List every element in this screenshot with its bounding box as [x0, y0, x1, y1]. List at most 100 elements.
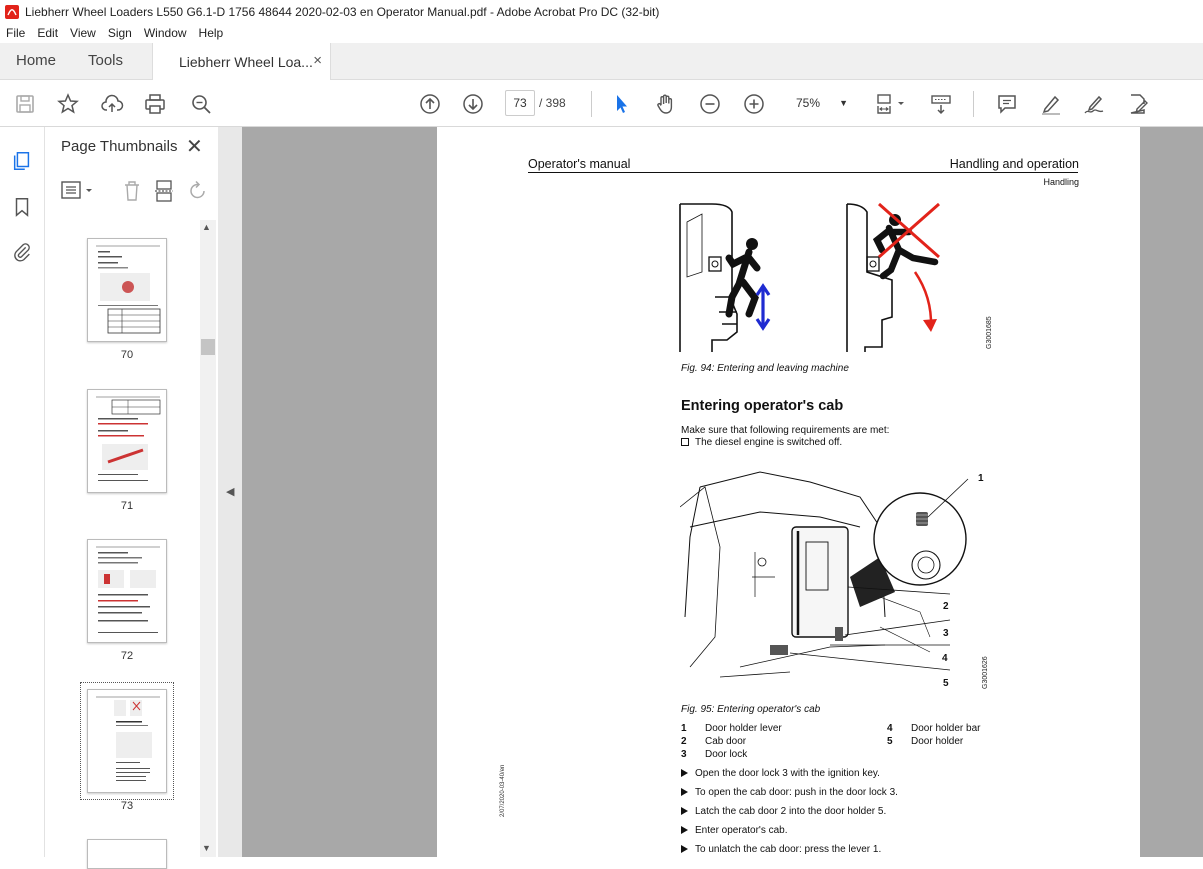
- callout-5: 5: [943, 678, 949, 689]
- next-page-icon[interactable]: [460, 91, 486, 117]
- acrobat-icon: [5, 4, 19, 19]
- thumbnails-scrollbar[interactable]: ▲ ▼: [200, 220, 216, 857]
- thumbnail-options-icon[interactable]: [61, 179, 97, 203]
- callout-1: 1: [978, 473, 984, 484]
- callout-4: 4: [942, 653, 948, 664]
- thumbnail-page-current[interactable]: [80, 682, 174, 800]
- panel-collapse-bar[interactable]: ◀: [218, 127, 242, 857]
- chevron-down-icon[interactable]: ▼: [202, 843, 211, 853]
- thumbnail-page[interactable]: [87, 839, 167, 869]
- tab-home[interactable]: Home: [16, 43, 56, 79]
- thumbnail-label: 72: [120, 650, 134, 662]
- page-total: / 398: [539, 96, 566, 110]
- menu-file[interactable]: File: [0, 26, 31, 40]
- thumbnail-label: 73: [120, 800, 134, 812]
- step-text: Latch the cab door 2 into the door holde…: [695, 806, 887, 817]
- thumbnail-page[interactable]: [87, 238, 167, 342]
- toolbar: [0, 80, 1203, 127]
- save-icon[interactable]: [12, 91, 38, 117]
- callout-3: 3: [943, 628, 949, 639]
- thumbnail-tools: [61, 177, 211, 205]
- instruction-step: To unlatch the cab door: press the lever…: [681, 844, 881, 855]
- zoom-out-icon[interactable]: [697, 91, 723, 117]
- rotate-icon[interactable]: [187, 179, 209, 203]
- previous-page-icon[interactable]: [417, 91, 443, 117]
- legend-text: Door holder lever: [705, 723, 782, 734]
- search-icon[interactable]: [188, 91, 214, 117]
- instruction-step: Latch the cab door 2 into the door holde…: [681, 806, 886, 817]
- thumbnail-image: [96, 245, 161, 334]
- delete-icon[interactable]: [121, 179, 143, 203]
- legend-number: 4: [887, 723, 893, 734]
- extract-pages-icon[interactable]: [153, 179, 175, 203]
- hand-tool-icon[interactable]: [653, 91, 679, 117]
- page-thumbnails-icon[interactable]: [9, 148, 35, 174]
- figure-caption: Fig. 95: Entering operator's cab: [681, 704, 821, 715]
- legend-text: Door holder: [911, 736, 964, 747]
- menu-window[interactable]: Window: [138, 26, 193, 40]
- highlight-pen-icon[interactable]: [1038, 91, 1064, 117]
- legend-text: Door lock: [705, 749, 748, 760]
- zoom-select[interactable]: 75% ▼: [786, 90, 856, 116]
- thumbnail-image: [96, 696, 160, 781]
- thumbnail-page[interactable]: [87, 539, 167, 643]
- figure-code: G3001626: [982, 656, 989, 689]
- section-title: Entering operator's cab: [681, 398, 844, 414]
- edit-pdf-icon[interactable]: [1125, 91, 1151, 117]
- page-fit-icon[interactable]: [873, 91, 909, 117]
- bookmarks-icon[interactable]: [9, 194, 35, 220]
- thumbnail-image: [96, 396, 161, 481]
- requirement-item: The diesel engine is switched off.: [681, 437, 842, 448]
- chevron-left-icon[interactable]: ◀: [226, 485, 234, 498]
- step-arrow-icon: [681, 807, 688, 815]
- tab-document[interactable]: Liebherr Wheel Loa... ×: [152, 43, 331, 80]
- toolbar-divider: [591, 91, 592, 117]
- step-arrow-icon: [681, 826, 688, 834]
- step-arrow-icon: [681, 769, 688, 777]
- chevron-up-icon[interactable]: ▲: [202, 222, 211, 232]
- sign-icon[interactable]: [1081, 91, 1107, 117]
- legend-number: 2: [681, 736, 687, 747]
- scroll-mode-icon[interactable]: [928, 91, 954, 117]
- window-title: Liebherr Wheel Loaders L550 G6.1-D 1756 …: [25, 4, 660, 19]
- thumbnail-image: [96, 546, 160, 633]
- scrollbar-thumb[interactable]: [201, 339, 215, 355]
- requirement-text: The diesel engine is switched off.: [695, 437, 843, 448]
- step-text: To open the cab door: push in the door l…: [695, 787, 898, 798]
- figure-entering-leaving: [679, 202, 940, 352]
- tab-tools[interactable]: Tools: [88, 43, 123, 79]
- page-header-right: Handling and operation: [949, 157, 1079, 171]
- menu-sign[interactable]: Sign: [102, 26, 138, 40]
- upload-cloud-icon[interactable]: [99, 91, 125, 117]
- zoom-in-icon[interactable]: [741, 91, 767, 117]
- step-text: Enter operator's cab.: [695, 825, 788, 836]
- toolbar-divider: [973, 91, 974, 117]
- menu-help[interactable]: Help: [193, 26, 230, 40]
- instruction-step: To open the cab door: push in the door l…: [681, 787, 898, 798]
- bookmark-star-icon[interactable]: [55, 91, 81, 117]
- attachments-icon[interactable]: [9, 239, 35, 265]
- title-bar: Liebherr Wheel Loaders L550 G6.1-D 1756 …: [0, 0, 1203, 23]
- side-stamp: 2/07/2020-03-40/en: [500, 764, 506, 817]
- instruction-step: Enter operator's cab.: [681, 825, 788, 836]
- select-cursor-icon[interactable]: [608, 91, 634, 117]
- instruction-step: Open the door lock 3 with the ignition k…: [681, 768, 880, 779]
- menu-edit[interactable]: Edit: [31, 26, 64, 40]
- step-arrow-icon: [681, 845, 688, 853]
- legend-number: 5: [887, 736, 893, 747]
- menu-bar: File Edit View Sign Window Help: [0, 23, 1203, 43]
- close-panel-icon[interactable]: ✕: [186, 134, 203, 159]
- menu-view[interactable]: View: [64, 26, 102, 40]
- figure-code: G3001685: [986, 316, 993, 349]
- comment-icon[interactable]: [994, 91, 1020, 117]
- page-number-input[interactable]: 73: [505, 90, 535, 116]
- close-tab-icon[interactable]: ×: [313, 52, 322, 69]
- panel-title: Page Thumbnails: [61, 138, 178, 155]
- chevron-down-icon: ▼: [839, 98, 848, 108]
- step-arrow-icon: [681, 788, 688, 796]
- thumbnail-page[interactable]: [87, 389, 167, 493]
- checkbox-icon: [681, 438, 689, 446]
- document-viewer[interactable]: Operator's manual Handling and operation…: [242, 127, 1203, 857]
- print-icon[interactable]: [142, 91, 168, 117]
- thumbnail-label: 70: [120, 349, 134, 361]
